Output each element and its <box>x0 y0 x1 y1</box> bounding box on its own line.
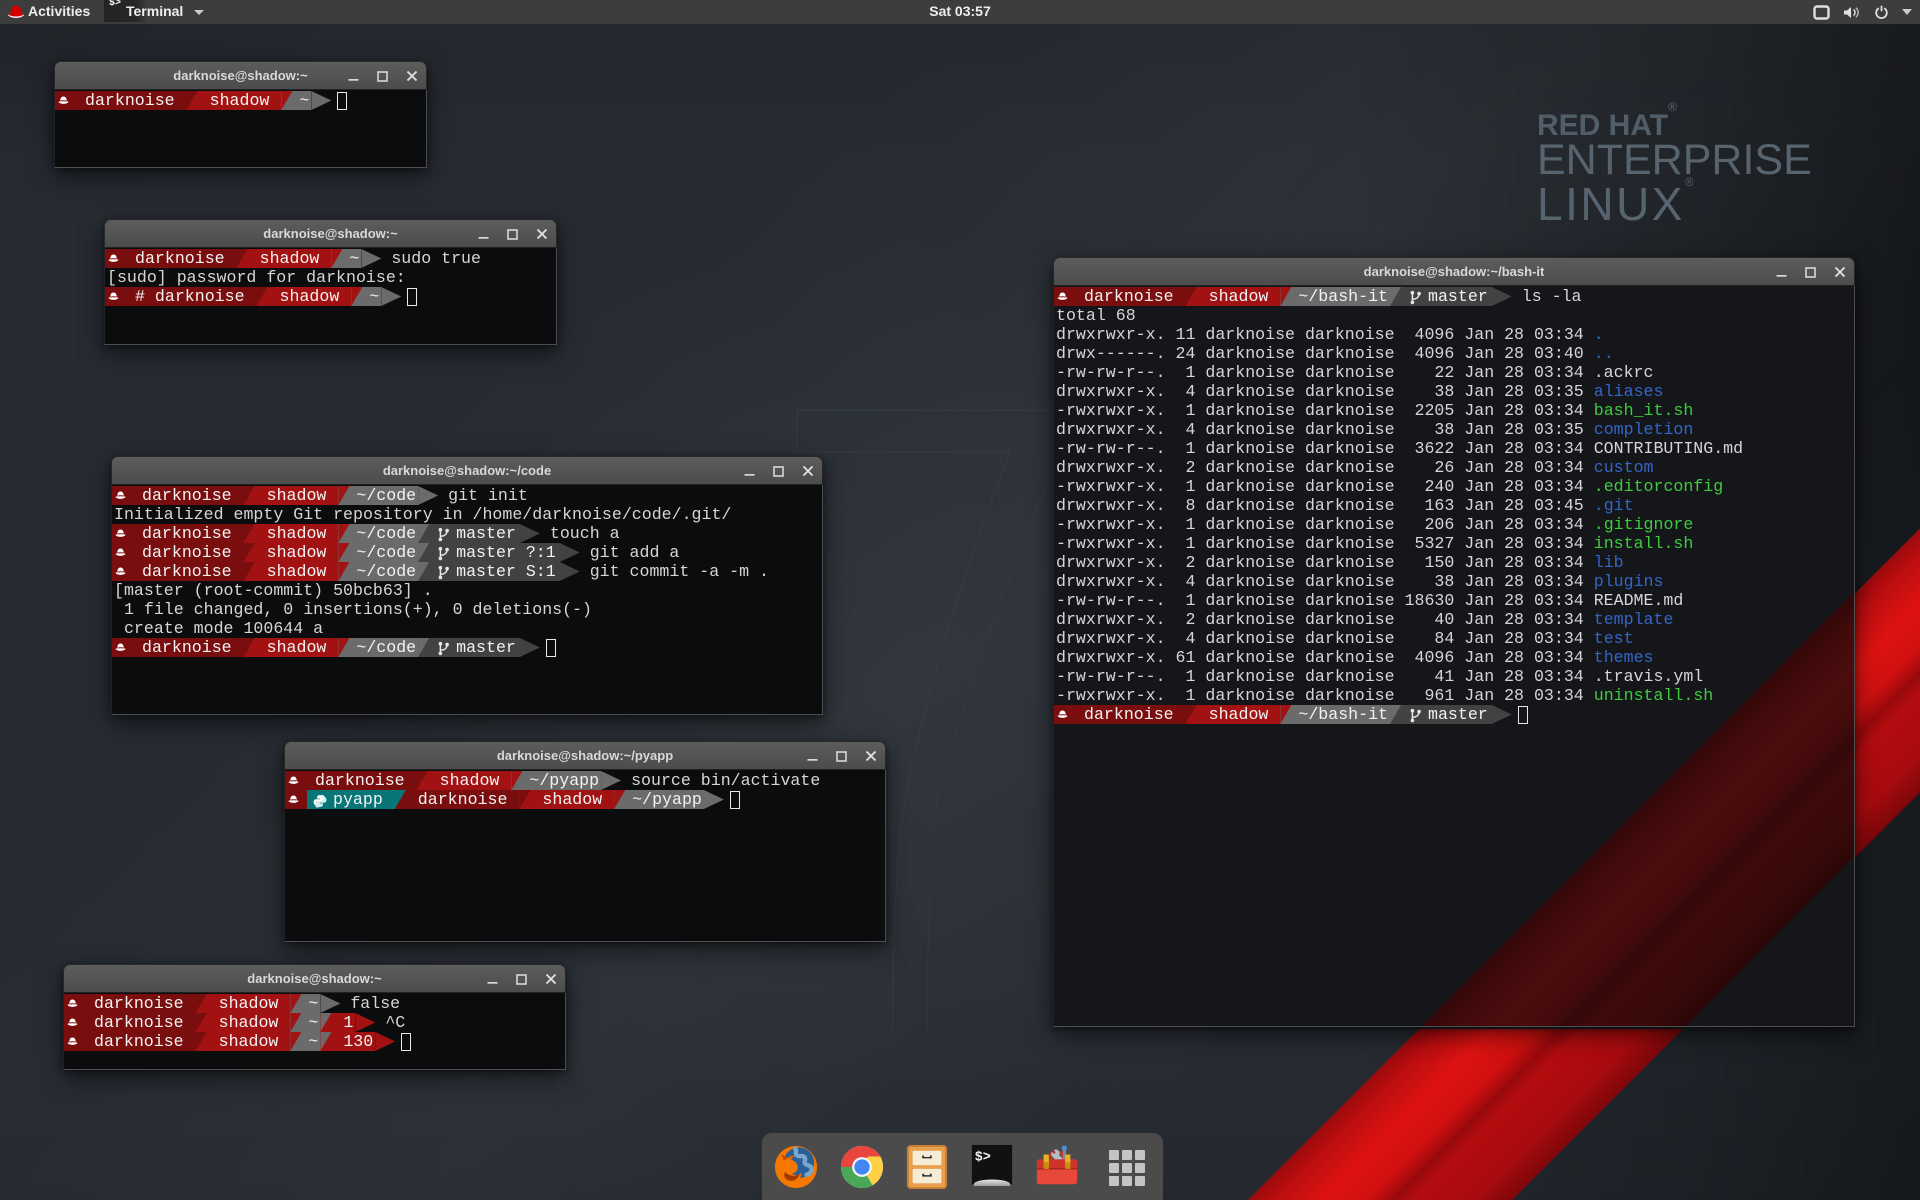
svg-text:$>: $> <box>975 1150 991 1165</box>
